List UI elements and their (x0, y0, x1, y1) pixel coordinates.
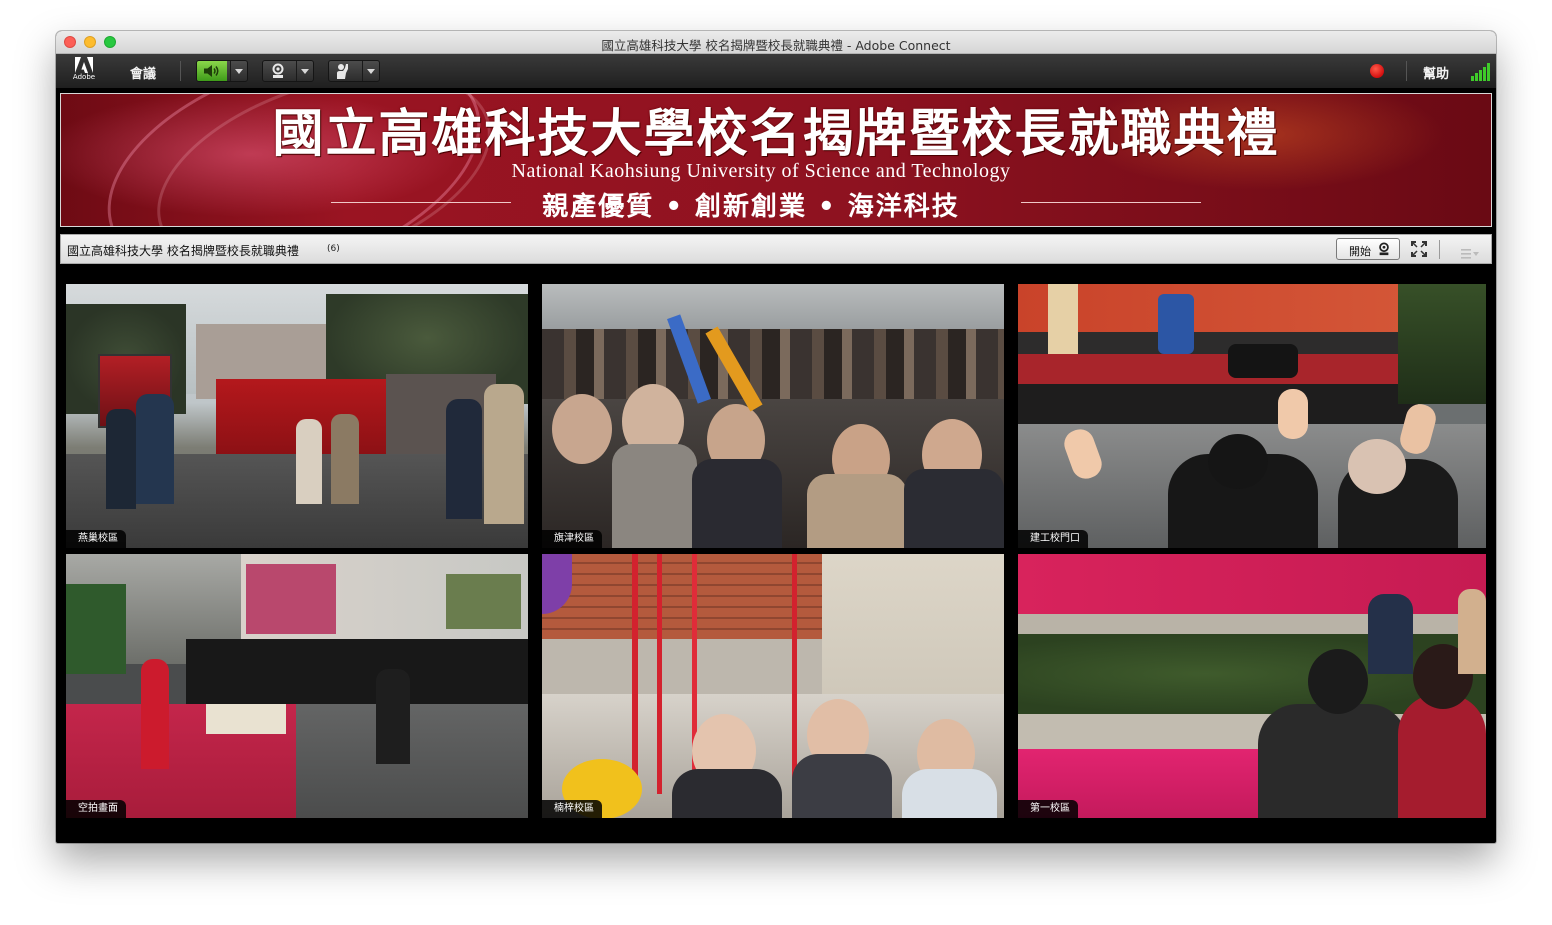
help-menu[interactable]: 幫助 (1423, 63, 1449, 82)
toolbar-divider (180, 61, 181, 81)
video-grid: 燕巢校區 旗津校區 建工校門口 空拍畫面 楠梓校區 第一校區 (60, 264, 1492, 839)
status-control-button[interactable] (328, 60, 380, 82)
start-button-label: 開始 (1349, 245, 1371, 258)
video-tile[interactable]: 燕巢校區 (66, 284, 528, 548)
video-tile[interactable]: 旗津校區 (542, 284, 1004, 548)
video-tile-label: 空拍畫面 (66, 800, 126, 818)
webcam-icon[interactable] (263, 61, 293, 81)
video-tile[interactable]: 第一校區 (1018, 554, 1486, 818)
connection-signal-icon (1471, 61, 1493, 81)
record-indicator-icon[interactable] (1370, 64, 1384, 78)
main-toolbar: Adobe 會議 幫助 (56, 54, 1496, 89)
video-tile-label: 建工校門口 (1018, 530, 1088, 548)
adobe-logo-icon: Adobe (70, 57, 98, 85)
video-tile[interactable]: 空拍畫面 (66, 554, 528, 818)
window-title: 國立高雄科技大學 校名揭牌暨校長就職典禮 - Adobe Connect (601, 38, 951, 53)
video-tile[interactable]: 楠梓校區 (542, 554, 1004, 818)
toolbar-divider (1406, 61, 1407, 81)
camera-dropdown-arrow[interactable] (296, 61, 313, 81)
pod-options-menu-icon[interactable] (1461, 244, 1479, 263)
status-dropdown-arrow[interactable] (362, 61, 379, 81)
chevron-down-icon (235, 68, 243, 74)
app-window: 國立高雄科技大學 校名揭牌暨校長就職典禮 - Adobe Connect Ado… (56, 31, 1496, 843)
video-tile-label: 燕巢校區 (66, 530, 126, 548)
participant-count: (6) (327, 244, 340, 254)
video-tile-label: 第一校區 (1018, 800, 1078, 818)
video-tile[interactable]: 建工校門口 (1018, 284, 1486, 548)
raise-hand-icon[interactable] (329, 61, 359, 81)
start-webcam-button[interactable]: 開始 (1336, 238, 1400, 260)
camera-control-button[interactable] (262, 60, 314, 82)
banner-slogan: 親產優質 • 創新創業 • 海洋科技 (542, 192, 960, 222)
chevron-down-icon (301, 68, 309, 74)
video-pod-header: 國立高雄科技大學 校名揭牌暨校長就職典禮 (6) 開始 (60, 234, 1492, 264)
speaker-icon[interactable] (197, 61, 227, 81)
audio-dropdown-arrow[interactable] (230, 61, 247, 81)
banner-subtitle: National Kaohsiung University of Science… (511, 160, 1011, 182)
meeting-menu[interactable]: 會議 (130, 63, 156, 82)
webcam-icon (1377, 242, 1391, 259)
audio-control-button[interactable] (196, 60, 248, 82)
video-tile-label: 楠梓校區 (542, 800, 602, 818)
video-tile-label: 旗津校區 (542, 530, 602, 548)
event-banner: 國立高雄科技大學校名揭牌暨校長就職典禮 National Kaohsiung U… (60, 93, 1492, 227)
title-bar: 國立高雄科技大學 校名揭牌暨校長就職典禮 - Adobe Connect (56, 31, 1496, 54)
chevron-down-icon (367, 68, 375, 74)
banner-title: 國立高雄科技大學校名揭牌暨校長就職典禮 (272, 104, 1280, 164)
adobe-logo-caption: Adobe (72, 73, 96, 81)
pod-header-divider (1439, 240, 1440, 259)
pod-title: 國立高雄科技大學 校名揭牌暨校長就職典禮 (67, 244, 299, 258)
fullscreen-icon[interactable] (1411, 241, 1427, 261)
